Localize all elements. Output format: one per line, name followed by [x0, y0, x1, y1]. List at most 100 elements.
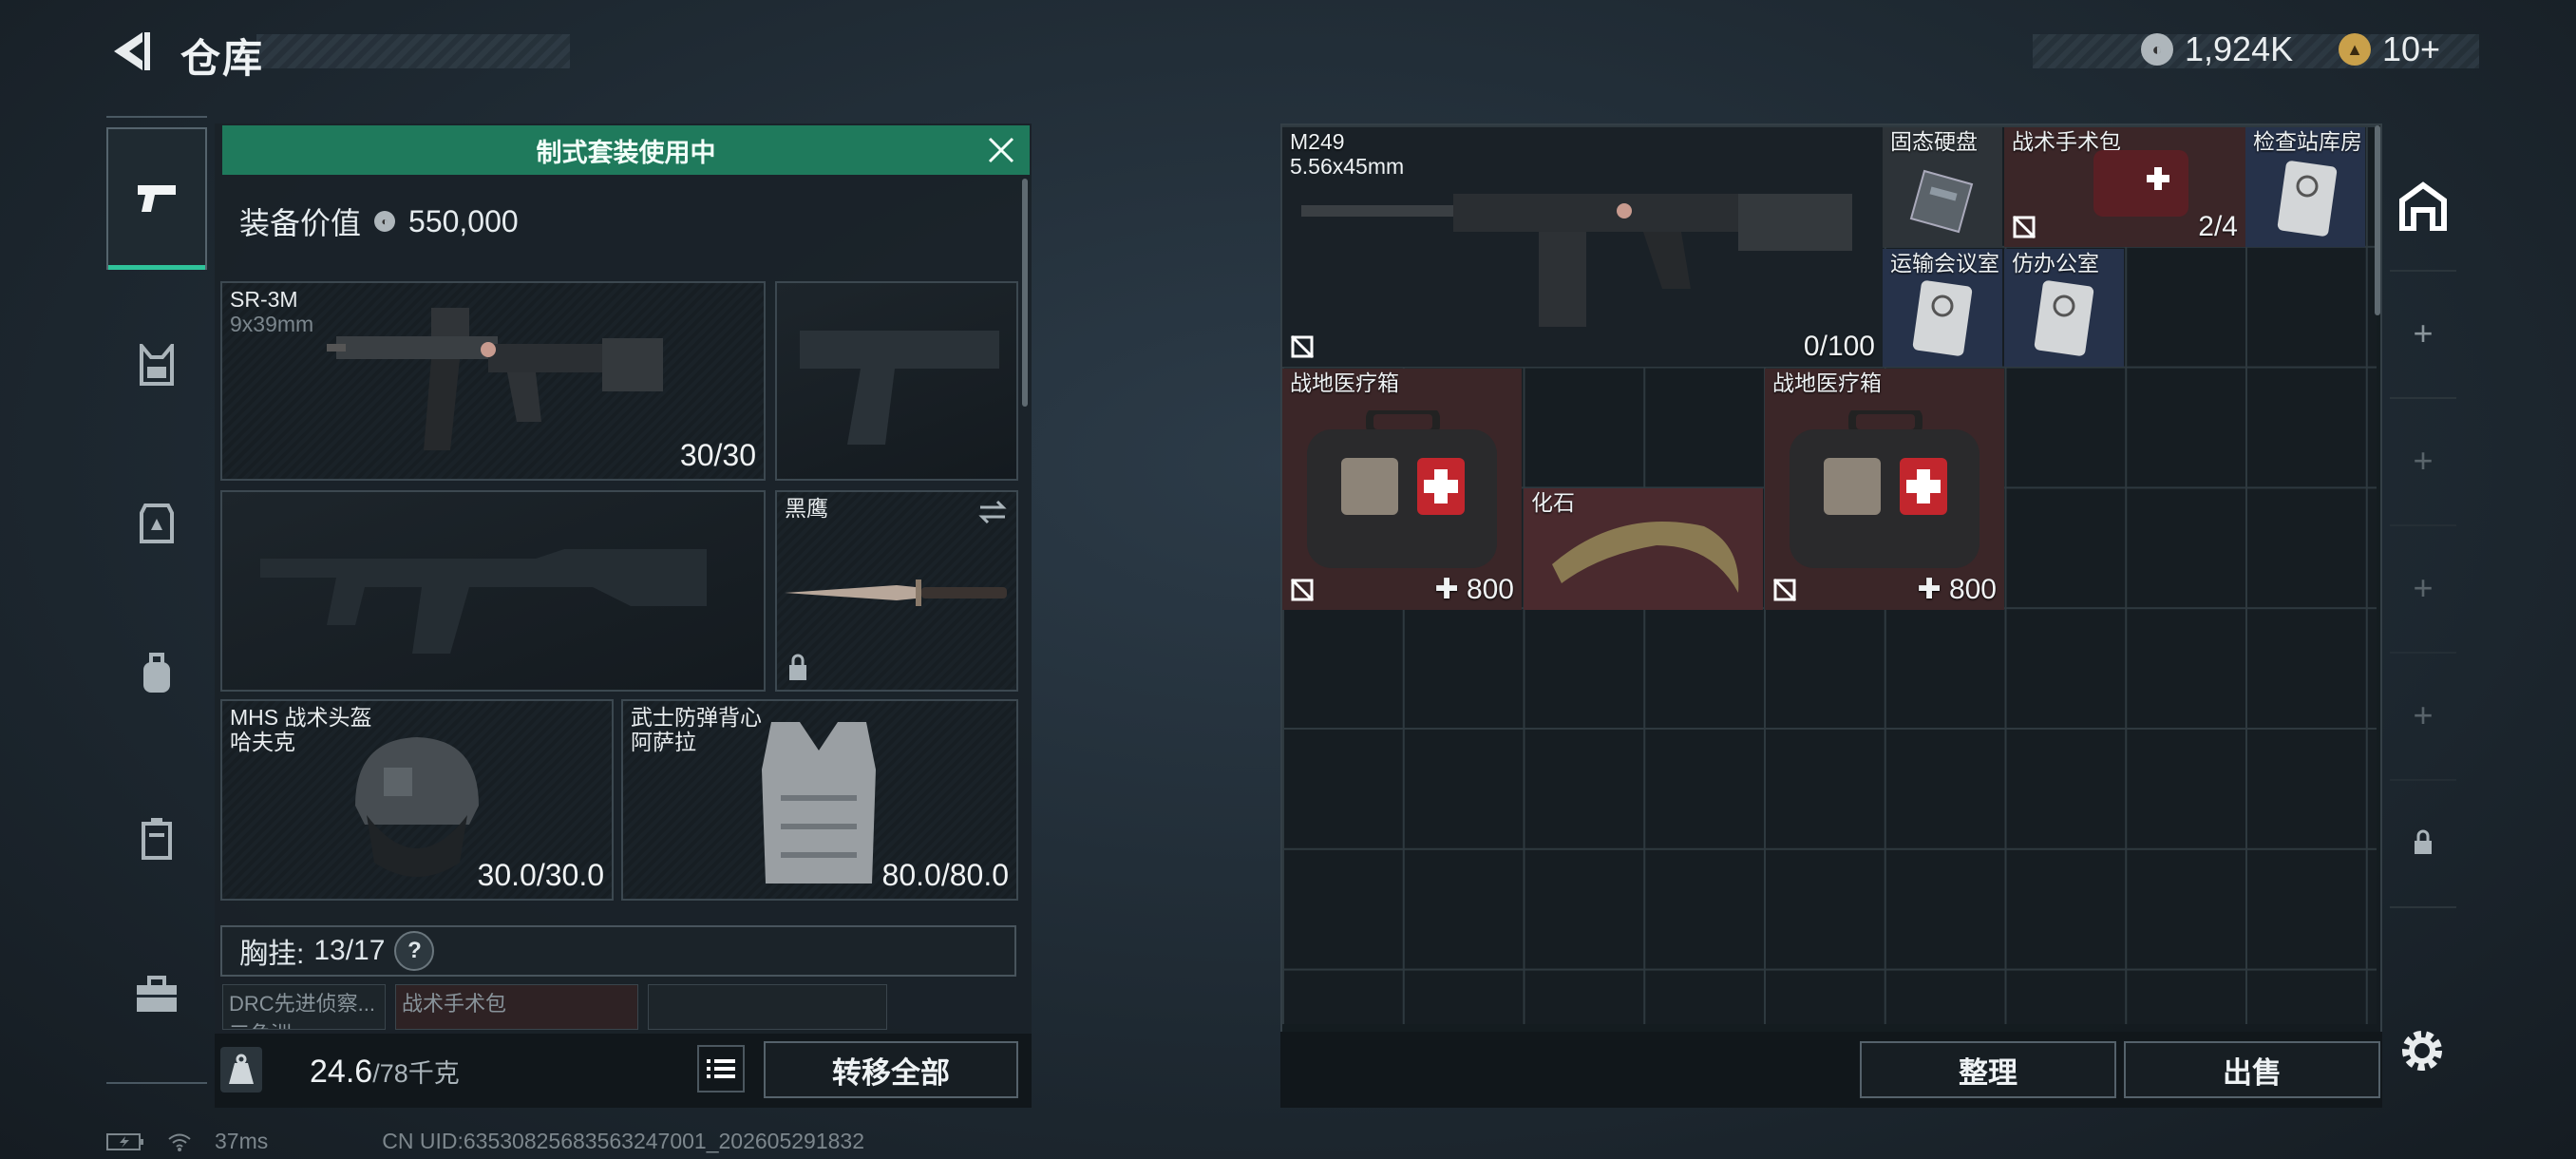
chest-rig-label: 胸挂:: [239, 939, 305, 970]
list-icon: [707, 1059, 735, 1078]
item-durability: ✚ 800: [1434, 574, 1514, 605]
rail-weapons[interactable]: [106, 127, 207, 270]
coin-balance[interactable]: ◐ 1,924K: [2141, 28, 2293, 70]
rail-container[interactable]: [106, 768, 207, 910]
add-page-button[interactable]: +: [2390, 524, 2456, 654]
coin-icon: ◐: [2141, 33, 2173, 66]
storage-item[interactable]: 战地医疗箱 ✚ 800: [1282, 369, 1522, 610]
sidearm-slot[interactable]: [775, 281, 1018, 481]
chest-item[interactable]: 战术手术包: [395, 984, 638, 1030]
item-durability-value: 800: [1466, 574, 1514, 605]
swap-icon[interactable]: [976, 498, 1009, 526]
rail-backpack[interactable]: [106, 602, 207, 745]
chest-item-name: DRC先进侦察...: [229, 992, 376, 1016]
body-armor-slot[interactable]: 武士防弹背心 阿萨拉 80.0/80.0: [621, 699, 1018, 901]
medkit-image: [1790, 410, 1979, 568]
sell-button[interactable]: 出售: [2124, 1041, 2380, 1098]
token-balance[interactable]: ▲ 10+: [2339, 28, 2440, 70]
list-view-button[interactable]: [697, 1045, 745, 1092]
no-insurance-icon: [1290, 578, 1315, 602]
page-title: 仓库: [180, 36, 265, 81]
secondary-weapon-slot[interactable]: [220, 490, 766, 692]
item-name: 仿办公室: [2012, 251, 2099, 276]
item-ammo: 0/100: [1803, 331, 1875, 362]
armor-brand: 阿萨拉: [631, 730, 696, 754]
storage-scrollbar[interactable]: [2375, 125, 2380, 315]
item-name: 战地医疗箱: [1772, 370, 1882, 395]
user-uid: CN UID:63530825683563247001_202605291832: [382, 1129, 864, 1153]
item-name: 战地医疗箱: [1290, 370, 1399, 395]
keycard-image: [2277, 161, 2338, 237]
armor-durability: 80.0/80.0: [881, 858, 1009, 892]
locked-page[interactable]: [2390, 779, 2456, 908]
storage-item[interactable]: 固态硬盘: [1883, 127, 2002, 247]
melee-slot[interactable]: 黑鹰: [775, 490, 1018, 692]
coin-icon: ◐: [374, 211, 396, 232]
sort-button[interactable]: 整理: [1860, 1041, 2116, 1098]
loadout-banner: 制式套装使用中: [222, 125, 1030, 175]
storage-item[interactable]: 化石: [1524, 488, 1763, 610]
tactical-vest-icon: [140, 344, 174, 386]
back-arrow-icon[interactable]: [106, 27, 156, 76]
help-icon[interactable]: ?: [394, 931, 435, 971]
transfer-all-button[interactable]: 转移全部: [764, 1041, 1018, 1098]
keycard-image: [1912, 280, 1973, 356]
plus-icon: +: [2413, 568, 2434, 607]
no-insurance-icon: [1772, 578, 1797, 602]
lock-icon: [789, 654, 806, 680]
helmet-image: [355, 737, 479, 877]
item-count: 2/4: [2198, 211, 2238, 242]
helmet-brand: 哈夫克: [230, 730, 295, 754]
melee-name: 黑鹰: [785, 496, 828, 521]
container-icon: [142, 818, 172, 860]
storage-item[interactable]: 仿办公室: [2004, 249, 2124, 367]
lock-icon: [2415, 829, 2432, 854]
item-durability-value: 800: [1948, 574, 1997, 605]
carry-weight-limit: /78千克: [372, 1059, 460, 1088]
rail-chest-rig[interactable]: [106, 294, 207, 436]
token-icon: ▲: [2339, 33, 2371, 66]
token-amount: 10+: [2382, 29, 2441, 68]
primary-weapon-slot[interactable]: SR-3M 9x39mm 30/30: [220, 281, 766, 481]
weapon-caliber: 9x39mm: [230, 312, 314, 336]
pistol-icon: [138, 185, 176, 212]
rail-armor[interactable]: [106, 452, 207, 595]
storage-item[interactable]: M249 5.56x45mm 0/100: [1282, 127, 1883, 367]
wifi-icon: [168, 1133, 191, 1151]
add-page-button[interactable]: +: [2390, 270, 2456, 399]
carry-weight: 24.6/78千克: [310, 1053, 460, 1091]
equipment-value-amount: 550,000: [408, 203, 519, 238]
chest-item[interactable]: DRC先进侦察... 三角洲: [222, 984, 386, 1030]
vest-image: [762, 722, 876, 884]
carry-weight-value: 24.6: [310, 1054, 373, 1090]
status-bar: 37ms CN UID:63530825683563247001_2026052…: [106, 1129, 864, 1154]
add-page-button[interactable]: +: [2390, 652, 2456, 781]
storage-page-main[interactable]: [2390, 142, 2456, 272]
storage-item[interactable]: 运输会议室: [1883, 249, 2002, 367]
briefcase-icon: [137, 976, 177, 1012]
fossil-claw-image: [1552, 522, 1739, 593]
battery-icon: [106, 1132, 143, 1150]
storage-item[interactable]: 检查站库房: [2245, 127, 2365, 247]
rail-case[interactable]: [106, 923, 207, 1066]
loadout-scrollbar[interactable]: [1022, 179, 1028, 407]
close-icon[interactable]: [982, 131, 1020, 169]
weapon-ammo: 30/30: [679, 438, 756, 472]
plus-icon: +: [2413, 314, 2434, 352]
gear-icon[interactable]: [2396, 1024, 2449, 1077]
plus-icon: +: [2413, 695, 2434, 734]
warehouse-icon: [2399, 181, 2447, 231]
helmet-slot[interactable]: MHS 战术头盔 哈夫克 30.0/30.0: [220, 699, 614, 901]
chest-item[interactable]: [648, 984, 887, 1030]
storage-item[interactable]: 战地医疗箱 ✚ 800: [1765, 369, 2004, 610]
medkit-image: [1307, 410, 1497, 568]
pistol-silhouette-icon: [800, 331, 999, 445]
chest-rig-capacity: 13/17: [313, 935, 386, 966]
sr3m-rifle-image: [327, 308, 663, 450]
add-page-button[interactable]: +: [2390, 397, 2456, 526]
chest-rig-bar[interactable]: 胸挂: 13/17 ?: [220, 925, 1016, 977]
m249-image: [1301, 194, 1852, 327]
chest-item-sub: 三角洲: [229, 1022, 292, 1029]
storage-item[interactable]: 战术手术包 2/4: [2004, 127, 2245, 247]
surgical-kit-image: [2093, 150, 2188, 217]
